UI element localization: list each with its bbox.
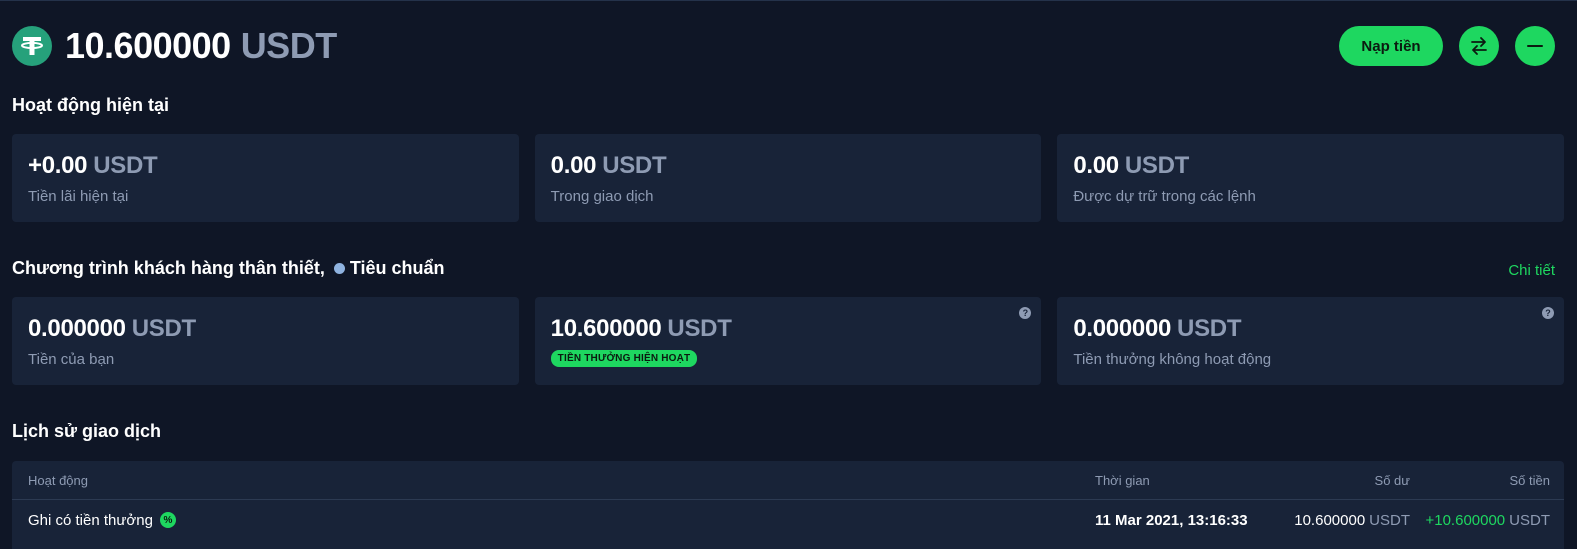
card-value: 0.000000: [28, 315, 126, 342]
active-bonus-card: ? 10.600000 USDT TIỀN THƯỞNG HIỆN HOẠT: [534, 297, 1042, 385]
balance-amount: 10.600000: [65, 25, 231, 66]
your-funds-card: 0.000000 USDT Tiền của bạn: [12, 297, 519, 385]
card-currency: USDT: [1124, 152, 1189, 179]
column-amount: Số tiền: [1509, 472, 1550, 488]
card-value: 10.600000: [550, 315, 662, 342]
deposit-button[interactable]: Nạp tiền: [1339, 26, 1443, 66]
card-currency: USDT: [93, 152, 158, 179]
row-activity: Ghi có tiền thưởng %: [28, 500, 176, 540]
swap-button[interactable]: [1459, 26, 1499, 66]
tier-dot-icon: [333, 263, 345, 274]
column-time: Thời gian: [1095, 472, 1150, 488]
balance-currency: USDT: [1369, 511, 1410, 529]
help-icon[interactable]: ?: [1542, 307, 1555, 319]
loyalty-cards: 0.000000 USDT Tiền của bạn ? 10.600000 USD…: [12, 297, 1565, 385]
card-currency: USDT: [667, 315, 732, 342]
history-table: Hoạt động Thời gian Số dư Số tiền Ghi có…: [12, 461, 1564, 549]
balance-value: 10.600000: [1294, 511, 1366, 529]
top-border: [0, 0, 1577, 1]
row-amount: +10.600000 USDT: [1425, 500, 1550, 540]
activity-text: Ghi có tiền thưởng: [28, 511, 153, 529]
amount-currency: USDT: [1509, 511, 1550, 529]
card-value: 0.00: [550, 152, 597, 179]
loyalty-tier: Tiêu chuẩn: [349, 258, 445, 278]
row-time: 11 Mar 2021, 13:16:33: [1095, 511, 1248, 529]
current-profit-card: +0.00 USDT Tiền lãi hiện tại: [12, 134, 519, 222]
percent-icon: %: [159, 512, 176, 528]
table-row[interactable]: Ghi có tiền thưởng % 11 Mar 2021, 13:16:…: [12, 500, 1564, 540]
column-activity: Hoạt động: [28, 472, 88, 488]
card-value: 0.000000: [1073, 315, 1172, 342]
current-activity-cards: +0.00 USDT Tiền lãi hiện tại 0.00 USDT Tro…: [12, 134, 1565, 222]
wallet-header: 10.600000 USDT Nạp tiền: [12, 25, 1555, 67]
minus-icon: [1527, 45, 1543, 47]
loyalty-title-text: Chương trình khách hàng thân thiết,: [12, 258, 325, 278]
row-balance: 10.600000 USDT: [1294, 500, 1410, 540]
collapse-button[interactable]: [1515, 26, 1555, 66]
card-label: Tiền lãi hiện tại: [28, 188, 129, 205]
loyalty-title: Chương trình khách hàng thân thiết, Tiêu …: [12, 258, 445, 279]
card-label: Tiền thưởng không hoạt động: [1073, 351, 1272, 368]
table-header: Hoạt động Thời gian Số dư Số tiền: [12, 461, 1564, 500]
header-actions: Nạp tiền: [1339, 26, 1555, 66]
active-bonus-badge: TIỀN THƯỞNG HIỆN HOẠT: [550, 350, 698, 367]
reserved-orders-card: 0.00 USDT Được dự trữ trong các lệnh: [1057, 134, 1565, 222]
amount-value: +10.600000: [1425, 511, 1506, 529]
card-label: Trong giao dịch: [550, 188, 654, 205]
wallet-balance: 10.600000 USDT: [65, 25, 337, 67]
tether-icon: [12, 26, 52, 66]
balance-currency: USDT: [240, 25, 338, 66]
column-balance: Số dư: [1374, 472, 1410, 488]
card-currency: USDT: [602, 152, 667, 179]
in-trades-card: 0.00 USDT Trong giao dịch: [534, 134, 1042, 222]
card-currency: USDT: [131, 315, 196, 342]
card-label: Được dự trữ trong các lệnh: [1073, 188, 1256, 205]
history-title: Lịch sử giao dịch: [12, 421, 162, 441]
card-value: 0.00: [1073, 152, 1119, 179]
help-icon[interactable]: ?: [1019, 307, 1032, 319]
card-label: Tiền của bạn: [28, 351, 115, 368]
card-value: +0.00: [28, 152, 88, 179]
inactive-bonus-card: ? 0.000000 USDT Tiền thưởng không hoạt độ…: [1057, 297, 1565, 385]
current-activity-title: Hoạt động hiện tại: [12, 95, 169, 115]
card-currency: USDT: [1177, 315, 1242, 342]
swap-arrows-icon: [1471, 37, 1487, 55]
loyalty-details-link[interactable]: Chi tiết: [1508, 262, 1555, 279]
